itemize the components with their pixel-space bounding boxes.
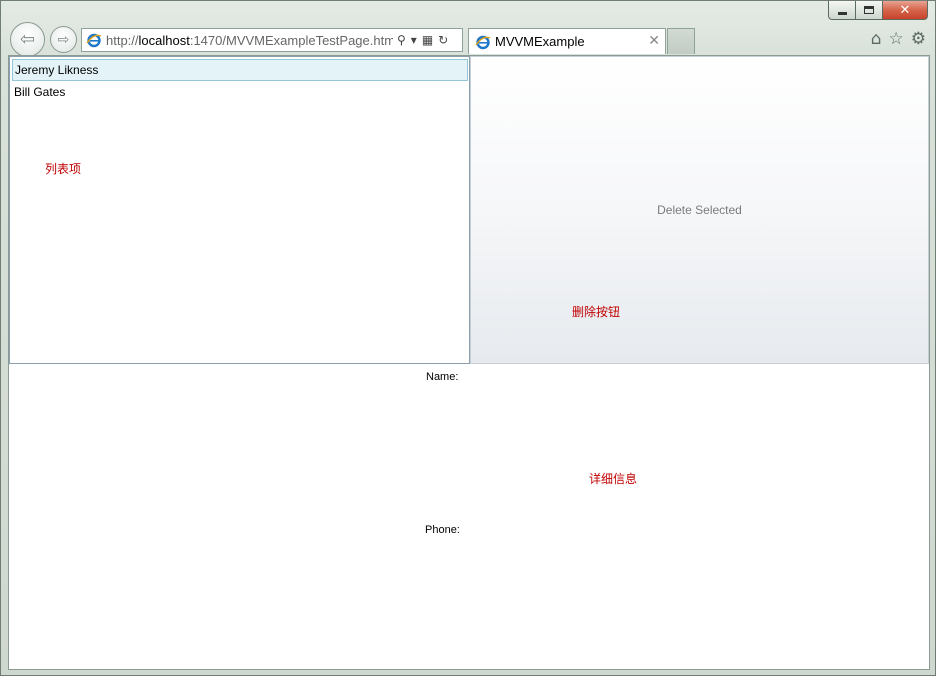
maximize-button[interactable] bbox=[855, 1, 882, 20]
url-prefix: http:// bbox=[106, 32, 139, 48]
compatibility-view-icon[interactable]: ▦ bbox=[422, 33, 433, 47]
tab-ie-icon bbox=[475, 35, 491, 49]
search-icon[interactable]: ⚲ bbox=[397, 33, 406, 47]
browser-toolbar: ⌂ ☆ ⚙ bbox=[871, 29, 926, 49]
url-path: :1470/MVVMExampleTestPage.htm bbox=[189, 32, 393, 48]
close-window-button[interactable]: ✕ bbox=[882, 1, 928, 20]
dropdown-icon[interactable]: ▾ bbox=[411, 33, 417, 47]
list-item[interactable]: Bill Gates bbox=[10, 81, 469, 103]
forward-button[interactable]: ⇨ bbox=[50, 26, 77, 53]
window-caption-buttons: ✕ bbox=[828, 1, 928, 21]
maximize-icon bbox=[864, 6, 874, 14]
close-icon: ✕ bbox=[899, 2, 911, 18]
settings-gear-icon[interactable]: ⚙ bbox=[911, 29, 926, 49]
list-item[interactable]: Jeremy Likness bbox=[12, 59, 468, 81]
tab-mvvmexample[interactable]: MVVMExample ✕ bbox=[468, 28, 666, 54]
annotation-details: 详细信息 bbox=[589, 472, 638, 486]
address-bar[interactable]: http://localhost:1470/MVVMExampleTestPag… bbox=[81, 28, 463, 52]
tab-title: MVVMExample bbox=[495, 34, 585, 49]
new-tab-button[interactable] bbox=[667, 28, 695, 54]
annotation-list: 列表项 bbox=[45, 162, 82, 176]
minimize-button[interactable] bbox=[828, 1, 855, 20]
delete-selected-button[interactable]: Delete Selected bbox=[470, 56, 929, 364]
annotation-delete: 删除按钮 bbox=[572, 305, 621, 319]
ie-logo-icon bbox=[86, 33, 102, 48]
back-arrow-icon: ⇦ bbox=[19, 29, 36, 50]
person-listbox[interactable]: Jeremy Likness Bill Gates bbox=[9, 56, 470, 364]
address-tools: ⚲ ▾ ▦ ↻ bbox=[397, 33, 448, 47]
browser-window: ✕ ⇦ ⇨ http://localhost:1470/MVVMExampleT… bbox=[0, 0, 936, 676]
tab-close-icon[interactable]: ✕ bbox=[648, 33, 660, 49]
delete-selected-label: Delete Selected bbox=[657, 203, 742, 217]
forward-arrow-icon: ⇨ bbox=[57, 31, 70, 48]
address-url[interactable]: http://localhost:1470/MVVMExampleTestPag… bbox=[106, 33, 393, 48]
url-host: localhost bbox=[138, 32, 190, 48]
refresh-icon[interactable]: ↻ bbox=[438, 33, 448, 47]
home-icon[interactable]: ⌂ bbox=[871, 29, 882, 49]
favorites-star-icon[interactable]: ☆ bbox=[889, 29, 904, 49]
page-content: Jeremy Likness Bill Gates Delete Selecte… bbox=[8, 55, 930, 670]
name-label: Name: bbox=[426, 371, 459, 383]
minimize-icon bbox=[837, 11, 847, 15]
phone-label: Phone: bbox=[425, 524, 460, 536]
back-button[interactable]: ⇦ bbox=[10, 22, 45, 57]
